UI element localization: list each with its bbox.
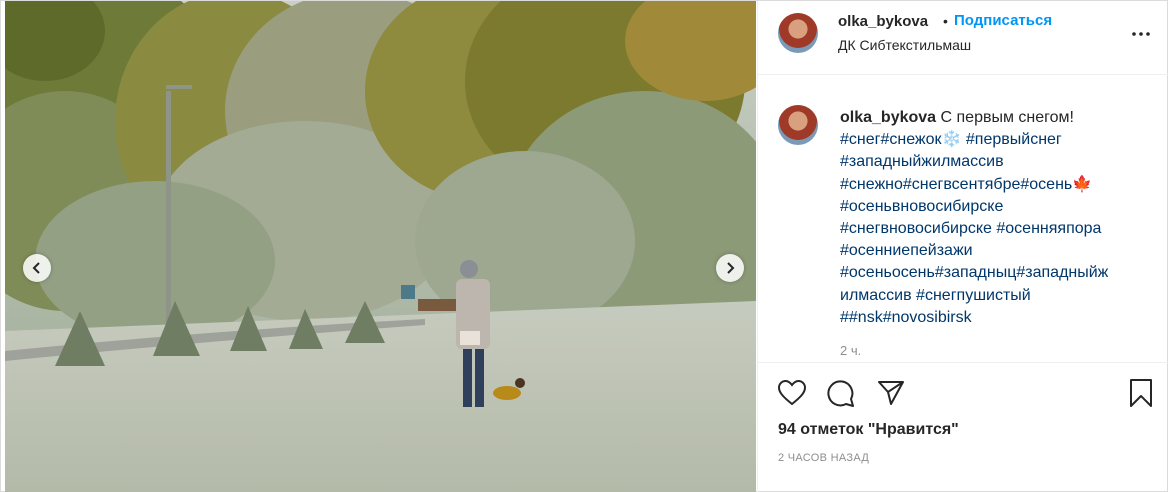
heart-icon [778, 380, 806, 406]
caption-text-block: olka_bykova С первым снегом! #снег#снежо… [840, 107, 1140, 329]
comment-button[interactable] [825, 377, 857, 409]
hashtag-list: #снег#снежок❄️ #первыйснег #западныйжилм… [840, 129, 1140, 329]
post-dialog: olka_bykova • Подписаться ДК Сибтекстиль… [0, 0, 1168, 492]
bookmark-icon [1130, 379, 1152, 407]
caption-timestamp[interactable]: 2 ч. [840, 343, 861, 358]
post-side-panel: olka_bykova • Подписаться ДК Сибтекстиль… [757, 1, 1168, 492]
like-button[interactable] [776, 377, 808, 409]
save-button[interactable] [1125, 377, 1157, 409]
snowy-park-image [5, 1, 756, 492]
chevron-left-icon [32, 262, 40, 274]
more-icon [1132, 32, 1150, 36]
avatar[interactable] [778, 13, 818, 53]
share-icon [878, 381, 904, 405]
hashtag-line[interactable]: ##nsk#novosibirsk [840, 307, 1140, 329]
hashtag-line[interactable]: #осеньвновосибирске [840, 196, 1140, 218]
location-link[interactable]: ДК Сибтекстильмаш [838, 37, 971, 53]
next-photo-button[interactable] [716, 254, 744, 282]
hashtag-line[interactable]: #снег#снежок❄️ #первыйснег [840, 129, 1140, 151]
caption-username[interactable]: olka_bykova [840, 109, 936, 126]
post-time-ago[interactable]: 2 ЧАСОВ НАЗАД [778, 452, 869, 464]
previous-photo-button[interactable] [23, 254, 51, 282]
post-photo[interactable] [5, 1, 756, 492]
follow-button[interactable]: Подписаться [954, 12, 1052, 29]
comment-icon [827, 380, 854, 407]
hashtag-line[interactable]: илмассив #снегпушистый [840, 285, 1140, 307]
more-options-button[interactable] [1130, 23, 1152, 45]
share-button[interactable] [875, 377, 907, 409]
likes-count[interactable]: 94 отметок "Нравится" [778, 421, 959, 439]
post-header: olka_bykova • Подписаться ДК Сибтекстиль… [758, 1, 1168, 75]
post-actions: 94 отметок "Нравится" 2 ЧАСОВ НАЗАД [758, 362, 1168, 492]
caption-avatar[interactable] [778, 105, 818, 145]
hashtag-line[interactable]: #осенниепейзажи [840, 240, 1140, 262]
caption-text: С первым снегом! [940, 109, 1074, 126]
separator-dot: • [943, 13, 948, 29]
hashtag-line[interactable]: #снегвновосибирске #осенняяпора [840, 218, 1140, 240]
hashtag-line[interactable]: #западныйжилмассив [840, 151, 1140, 173]
author-username[interactable]: olka_bykova [838, 13, 928, 30]
hashtag-line[interactable]: #снежно#снегвсентябре#осень🍁 [840, 174, 1140, 196]
hashtag-line[interactable]: #осеньосень#западныц#западныйж [840, 262, 1140, 284]
chevron-right-icon [727, 262, 735, 274]
